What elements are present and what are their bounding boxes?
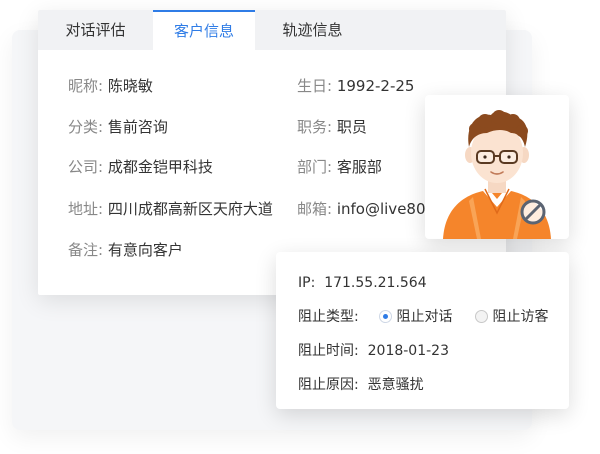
radio-block-visitor-label: 阻止访客 (492, 309, 549, 325)
blocked-icon (520, 199, 546, 225)
radio-block-conversation[interactable]: 阻止对话 (379, 307, 452, 327)
position-field: 职务: 职员 (297, 116, 367, 138)
block-reason-value: 恶意骚扰 (367, 377, 424, 393)
department-value: 客服部 (336, 158, 382, 176)
category-value: 售前咨询 (107, 118, 168, 136)
block-time-value: 2018-01-23 (367, 343, 449, 359)
position-value: 职员 (336, 118, 367, 136)
department-label: 部门: (297, 158, 333, 176)
nickname-label: 昵称: (68, 77, 104, 95)
block-reason-row: 阻止原因: 恶意骚扰 (298, 375, 424, 395)
birthday-label: 生日: (297, 77, 333, 95)
category-label: 分类: (68, 118, 104, 136)
block-reason-label: 阻止原因: (298, 377, 359, 393)
department-field: 部门: 客服部 (297, 156, 382, 178)
address-field: 地址: 四川成都高新区天府大道 (68, 198, 273, 220)
birthday-value: 1992-2-25 (336, 77, 415, 95)
block-info-card: IP: 171.55.21.564 阻止类型: 阻止对话 阻止访客 阻止时间: … (276, 252, 569, 409)
remark-value: 有意向客户 (107, 241, 183, 259)
email-label: 邮箱: (297, 200, 333, 218)
birthday-field: 生日: 1992-2-25 (297, 75, 414, 97)
radio-block-visitor[interactable]: 阻止访客 (475, 307, 548, 327)
nickname-value: 陈晓敏 (107, 77, 153, 95)
company-value: 成都金铠甲科技 (107, 158, 213, 176)
address-value: 四川成都高新区天府大道 (107, 200, 273, 218)
remark-field: 备注: 有意向客户 (68, 239, 183, 261)
tab-conversation-evaluation[interactable]: 对话评估 (38, 10, 153, 50)
radio-checked-icon (379, 309, 392, 323)
radio-unchecked-icon (475, 309, 488, 323)
block-type-row: 阻止类型: 阻止对话 阻止访客 (298, 307, 558, 327)
tab-customer-info[interactable]: 客户信息 (153, 10, 255, 50)
address-label: 地址: (68, 200, 104, 218)
male-user-avatar-illustration-icon (443, 110, 551, 239)
category-field: 分类: 售前咨询 (68, 116, 168, 138)
position-label: 职务: (297, 118, 333, 136)
ip-value: 171.55.21.564 (324, 275, 427, 291)
radio-block-conversation-label: 阻止对话 (396, 309, 453, 325)
email-value: info@live80 (336, 200, 426, 218)
block-time-label: 阻止时间: (298, 343, 359, 359)
email-field: 邮箱: info@live80 (297, 198, 426, 220)
company-label: 公司: (68, 158, 104, 176)
nickname-field: 昵称: 陈晓敏 (68, 75, 153, 97)
ip-row: IP: 171.55.21.564 (298, 273, 427, 293)
tab-track-info[interactable]: 轨迹信息 (255, 10, 370, 50)
company-field: 公司: 成都金铠甲科技 (68, 156, 213, 178)
tab-bar: 对话评估 客户信息 轨迹信息 (38, 10, 506, 50)
block-type-label: 阻止类型: (298, 309, 359, 325)
avatar-card (425, 95, 569, 239)
ip-label: IP: (298, 275, 316, 291)
block-time-row: 阻止时间: 2018-01-23 (298, 341, 449, 361)
remark-label: 备注: (68, 241, 104, 259)
